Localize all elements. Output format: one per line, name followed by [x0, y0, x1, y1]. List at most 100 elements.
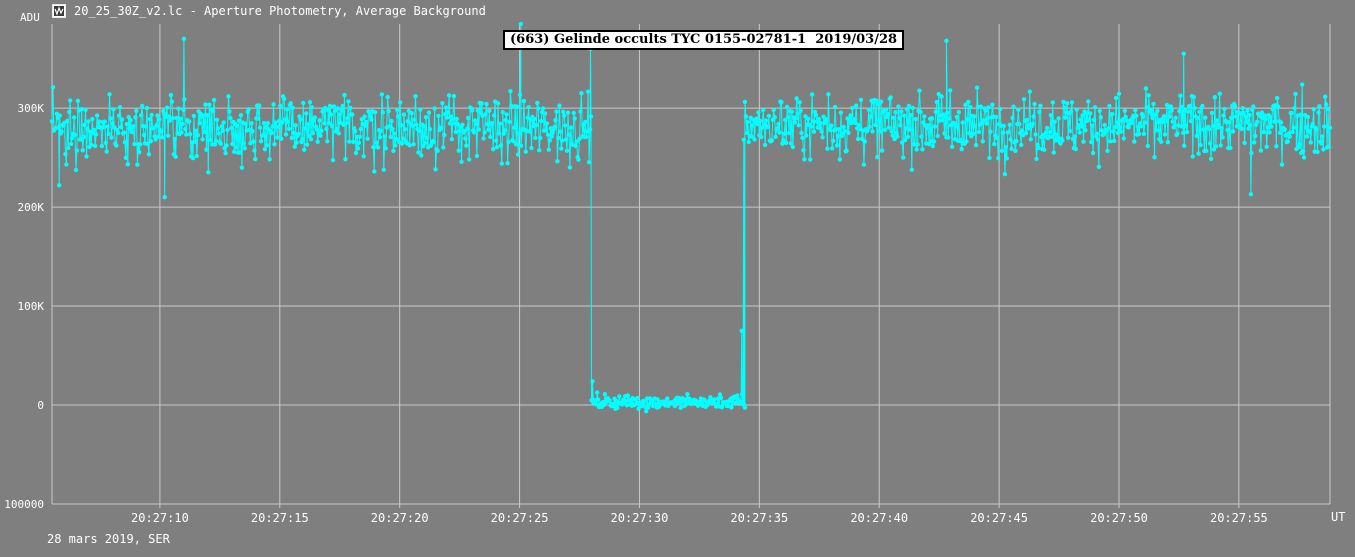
data-point [1095, 137, 1101, 142]
data-point [1025, 126, 1031, 131]
data-point [1209, 110, 1215, 116]
data-point [1162, 132, 1168, 137]
data-point [583, 119, 588, 125]
data-point [779, 100, 784, 105]
data-point [228, 115, 233, 121]
data-point [1249, 150, 1254, 156]
data-point [984, 121, 989, 126]
data-point [229, 125, 234, 131]
data-point [211, 97, 217, 103]
data-point [826, 92, 831, 97]
data-point [324, 126, 329, 132]
data-point [493, 138, 499, 143]
data-point [500, 110, 505, 115]
data-point [149, 112, 154, 118]
data-point [1000, 130, 1006, 135]
data-point [784, 104, 790, 110]
data-point [64, 162, 69, 167]
data-point [888, 95, 893, 100]
data-point [57, 183, 62, 188]
data-point [985, 116, 990, 121]
data-point [137, 150, 142, 155]
data-point [1063, 115, 1068, 120]
data-point [1175, 131, 1180, 136]
data-point [417, 128, 422, 134]
data-point [775, 126, 780, 131]
data-point [284, 107, 290, 112]
data-point [1052, 119, 1057, 124]
data-point [172, 136, 177, 142]
data-point [1216, 122, 1221, 128]
data-point [1134, 113, 1139, 119]
data-point [813, 113, 819, 118]
data-point [330, 157, 336, 163]
data-point [497, 121, 503, 126]
data-point [1190, 154, 1196, 159]
data-point [907, 127, 913, 132]
data-point [273, 120, 278, 125]
data-point [578, 109, 583, 114]
data-point [1321, 147, 1326, 152]
data-point [1034, 156, 1039, 162]
data-point [994, 114, 999, 120]
data-point [1031, 114, 1036, 119]
data-point [854, 103, 859, 108]
data-point [1112, 138, 1117, 144]
data-point [1210, 123, 1216, 129]
data-point [479, 101, 484, 106]
data-point [187, 132, 193, 137]
data-point [1198, 142, 1203, 148]
data-point [498, 143, 504, 148]
data-point [1248, 123, 1253, 128]
data-point [129, 129, 134, 135]
data-point [1167, 114, 1173, 119]
data-point [896, 104, 901, 109]
data-point [285, 119, 291, 125]
data-point [1023, 130, 1029, 136]
data-point [283, 132, 289, 137]
data-point [793, 116, 798, 121]
data-point [362, 114, 367, 119]
data-point [467, 157, 472, 162]
data-point [866, 107, 871, 112]
data-point [1086, 99, 1091, 104]
data-point [1019, 128, 1025, 133]
data-point [82, 122, 87, 128]
data-point [965, 117, 970, 122]
data-point [344, 120, 349, 126]
y-tick-label: 100K [18, 300, 45, 313]
data-point [1232, 104, 1238, 109]
data-point [1110, 111, 1115, 117]
data-point [1155, 108, 1160, 114]
data-point [507, 119, 512, 125]
data-point [931, 139, 937, 144]
data-point [249, 121, 254, 126]
data-point [193, 128, 199, 133]
data-point [1049, 134, 1055, 139]
data-point [94, 113, 100, 118]
data-point [830, 146, 835, 151]
data-point [450, 116, 456, 122]
data-point [1265, 125, 1270, 130]
data-point [893, 110, 898, 115]
data-point [176, 106, 181, 111]
data-point [331, 104, 337, 109]
data-point [1122, 108, 1128, 114]
data-point [933, 109, 938, 114]
data-point [899, 109, 904, 114]
data-point [90, 116, 95, 122]
data-point [216, 131, 222, 136]
data-point [1094, 131, 1100, 136]
data-point [972, 124, 978, 129]
data-point [1177, 108, 1182, 114]
data-point [312, 115, 317, 120]
data-point [74, 148, 80, 153]
data-point [895, 134, 900, 139]
data-point [1078, 117, 1083, 122]
footer-date: 28 mars 2019, SER [47, 532, 170, 546]
data-point [1183, 123, 1189, 129]
data-point [973, 142, 979, 148]
data-point [1113, 124, 1118, 130]
data-point [602, 392, 608, 397]
data-point [1002, 171, 1008, 177]
